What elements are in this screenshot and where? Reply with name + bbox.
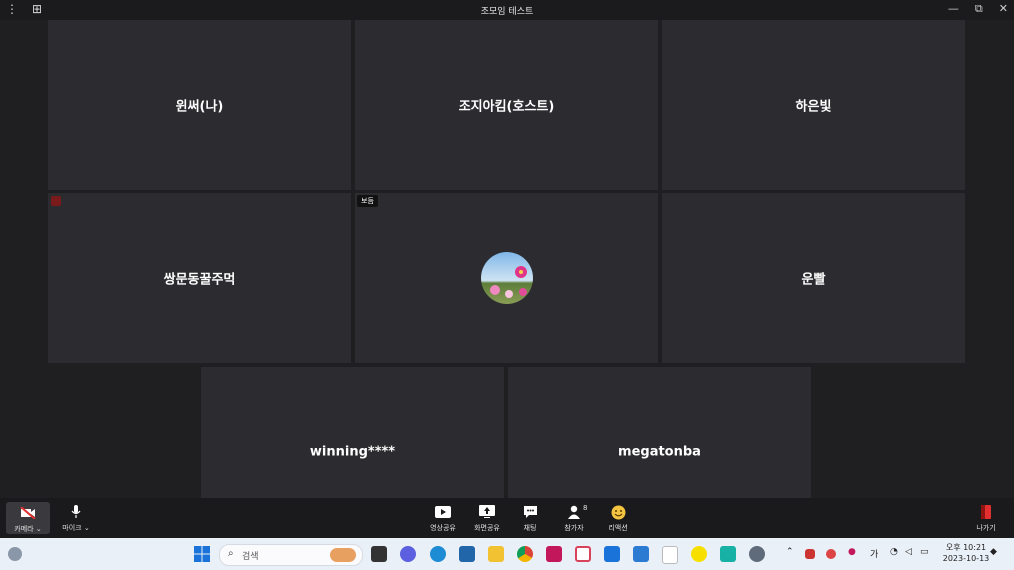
participant-name-badge: 보듬 (357, 195, 378, 207)
chat-button[interactable]: 채팅 (508, 498, 552, 538)
chat-app-icon[interactable] (400, 546, 416, 562)
leave-label: 나가기 (976, 524, 996, 532)
taskbar: ⌕ 검색 ⌃ ● 가 ◔ ◁ ▭ 오후 10:21 2023-10-13 ◆ (0, 538, 1014, 570)
participant-tile[interactable]: 하은빛 (662, 20, 965, 190)
reactions-button[interactable]: 리액션 (596, 498, 640, 538)
chevron-down-icon[interactable]: ⌄ (34, 525, 42, 533)
participant-tile[interactable]: 윈써(나) (48, 20, 351, 190)
participant-tile[interactable]: 운빨 (662, 193, 965, 363)
search-highlight-icon (330, 548, 356, 562)
microphone-icon (54, 501, 98, 523)
sync-app-icon[interactable] (575, 546, 591, 562)
clock-time: 오후 10:21 (945, 543, 987, 552)
share-screen-button[interactable]: 화면공유 (465, 498, 509, 538)
leave-button[interactable]: 나가기 (964, 498, 1008, 538)
share-video-button[interactable]: 영상공유 (421, 498, 465, 538)
minimize-button[interactable]: — (948, 2, 959, 16)
file-explorer-icon[interactable] (488, 546, 504, 562)
participant-name: 조지아킴(호스트) (458, 99, 555, 115)
window-title: 조모임 테스트 (480, 7, 534, 17)
participant-name: 윈써(나) (175, 99, 224, 115)
ime-indicator[interactable]: 가 (870, 547, 878, 560)
camera-off-icon (6, 502, 50, 524)
title-bar: ⋮ ⊞ 조모임 테스트 — ⧉ ✕ (0, 0, 1014, 20)
participant-tile[interactable]: megatonba (508, 367, 811, 498)
participants-button[interactable]: 8 참가자 (552, 498, 596, 538)
reactions-label: 리액션 (608, 524, 628, 532)
video-play-icon (421, 501, 465, 523)
avatar (480, 252, 533, 304)
system-clock[interactable]: 오후 10:21 2023-10-13 (939, 542, 993, 564)
chat-label: 채팅 (523, 524, 537, 532)
store-icon[interactable] (459, 546, 475, 562)
clock-date: 2023-10-13 (942, 554, 990, 563)
chevron-down-icon[interactable]: ⌄ (82, 524, 90, 532)
chrome-icon[interactable] (517, 546, 533, 562)
smiley-icon (596, 501, 640, 523)
volume-icon[interactable]: ◁ (905, 547, 912, 557)
person-icon: 8 (552, 501, 596, 523)
settings-gear-icon[interactable] (749, 546, 765, 562)
participant-tile[interactable]: 보듬 (355, 193, 658, 363)
battery-icon[interactable]: ▭ (920, 547, 929, 557)
chevron-up-icon[interactable]: ⌃ (786, 547, 794, 557)
restore-button[interactable]: ⧉ (975, 2, 983, 16)
chat-icon (508, 501, 552, 523)
mic-button[interactable]: 마이크 ⌄ (54, 498, 98, 538)
search-placeholder: 검색 (242, 552, 259, 562)
participant-name: 운빨 (801, 272, 826, 288)
wifi-icon[interactable]: ◔ (890, 547, 898, 557)
camera-button[interactable]: 카메라 ⌄ (6, 502, 50, 534)
app-icon[interactable] (546, 546, 562, 562)
zoom-app-icon[interactable] (720, 546, 736, 562)
task-view-icon[interactable] (371, 546, 387, 562)
camera-label: 카메라 (14, 525, 34, 533)
participants-label: 참가자 (564, 524, 584, 532)
widgets-icon[interactable] (8, 547, 22, 561)
start-icon[interactable] (194, 546, 210, 562)
participant-name: 쌍문동꿀주먹 (163, 272, 236, 288)
search-icon: ⌕ (228, 548, 234, 559)
status-badge (51, 196, 61, 206)
share-screen-label: 화면공유 (474, 524, 500, 532)
search-input[interactable]: ⌕ 검색 (219, 544, 363, 566)
meeting-toolbar: 카메라 ⌄ 마이크 ⌄ 영상공유 화면공유 채팅 8 참가자 리액션 나가기 (0, 498, 1014, 538)
document-icon[interactable] (662, 546, 678, 564)
participant-name: 하은빛 (795, 99, 832, 115)
share-video-label: 영상공유 (430, 524, 456, 532)
tray-app-icon[interactable] (805, 549, 815, 559)
participant-name: megatonba (618, 444, 701, 460)
remote-desktop-icon[interactable] (633, 546, 649, 562)
mail-icon[interactable] (604, 546, 620, 562)
tray-sync-icon[interactable] (826, 549, 836, 559)
close-button[interactable]: ✕ (999, 2, 1008, 16)
participant-tile[interactable]: winning**** (201, 367, 504, 498)
participant-name: winning**** (309, 444, 396, 460)
edge-browser-icon[interactable] (430, 546, 446, 562)
kakaotalk-icon[interactable] (691, 546, 707, 562)
mic-label: 마이크 (62, 524, 82, 532)
leave-door-icon (964, 501, 1008, 523)
participants-count: 8 (583, 504, 588, 512)
share-screen-icon (465, 501, 509, 523)
notification-bell-icon[interactable]: ◆ (990, 547, 997, 557)
microphone-tray-icon[interactable]: ● (848, 547, 856, 557)
participant-tile[interactable]: 쌍문동꿀주먹 (48, 193, 351, 363)
participant-tile[interactable]: 조지아킴(호스트) (355, 20, 658, 190)
